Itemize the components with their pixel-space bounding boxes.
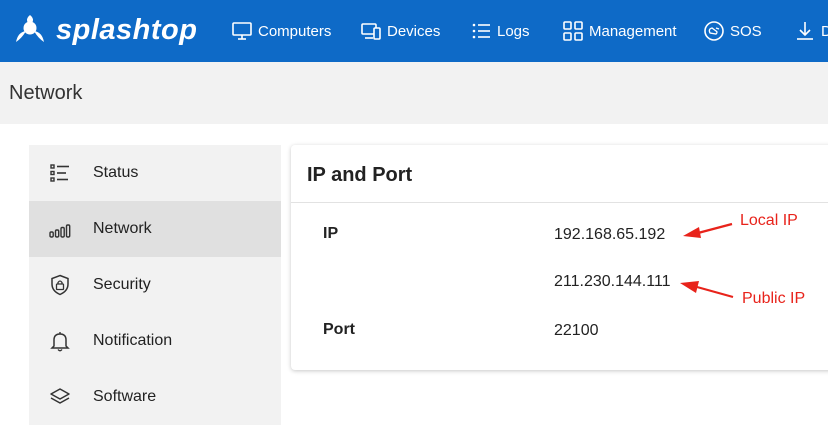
sidebar-item-network[interactable]: Network — [29, 201, 281, 257]
sidebar-item-status[interactable]: Status — [29, 145, 281, 201]
grid-icon — [563, 21, 583, 41]
sidebar-item-security[interactable]: Security — [29, 257, 281, 313]
sos-icon — [704, 21, 724, 41]
sidebar-item-software[interactable]: Software — [29, 369, 281, 425]
nav-sos-label: SOS — [730, 22, 762, 40]
download-icon — [797, 22, 813, 40]
nav-logs-label: Logs — [497, 22, 530, 40]
nav-management[interactable]: Management — [562, 0, 677, 62]
nav-computers-label: Computers — [258, 22, 332, 40]
splashtop-logo-icon — [16, 15, 44, 42]
sidebar-item-security-label: Security — [93, 276, 151, 293]
nav-sos[interactable]: SOS — [703, 0, 762, 62]
nav-management-label: Management — [589, 22, 677, 40]
bell-icon — [50, 332, 70, 352]
signal-bars-icon — [49, 224, 71, 238]
port-value: 22100 — [554, 322, 599, 339]
nav-logs[interactable]: Logs — [470, 0, 530, 62]
top-navigation-bar: splashtop Computers Devices Logs Managem… — [0, 0, 828, 62]
nav-devices-label: Devices — [387, 22, 441, 40]
port-label: Port — [323, 321, 355, 338]
monitor-icon — [232, 22, 252, 40]
card-divider — [291, 202, 828, 203]
local-ip-annotation: Local IP — [740, 212, 798, 229]
sidebar-item-network-label: Network — [93, 220, 152, 237]
nav-devices[interactable]: Devices — [360, 0, 440, 62]
list-icon — [472, 23, 490, 39]
status-list-icon — [50, 164, 69, 182]
sidebar-item-notification[interactable]: Notification — [29, 313, 281, 369]
public-ip-annotation: Public IP — [742, 290, 806, 307]
sidebar-item-software-label: Software — [93, 388, 157, 405]
nav-download[interactable]: D — [794, 0, 828, 62]
settings-sidebar: Status Network Security Notification Sof… — [29, 145, 281, 425]
layers-icon — [50, 388, 70, 404]
nav-computers[interactable]: Computers — [231, 0, 331, 62]
page-title: Network — [9, 82, 83, 104]
splashtop-logo[interactable]: splashtop — [10, 12, 197, 48]
ip-label: IP — [323, 225, 339, 242]
ip-port-card: IP and Port IP 192.168.65.192 211.230.14… — [291, 145, 828, 370]
devices-icon — [361, 23, 381, 40]
logo-text: splashtop — [56, 13, 198, 46]
sidebar-item-status-label: Status — [93, 164, 139, 181]
local-ip-value: 192.168.65.192 — [554, 226, 666, 243]
nav-download-label: D — [821, 22, 828, 40]
public-ip-value: 211.230.144.111 — [554, 273, 671, 290]
sidebar-item-notification-label: Notification — [93, 332, 173, 349]
shield-lock-icon — [51, 274, 69, 296]
card-title: IP and Port — [307, 164, 413, 186]
page-header: Network — [0, 62, 828, 124]
